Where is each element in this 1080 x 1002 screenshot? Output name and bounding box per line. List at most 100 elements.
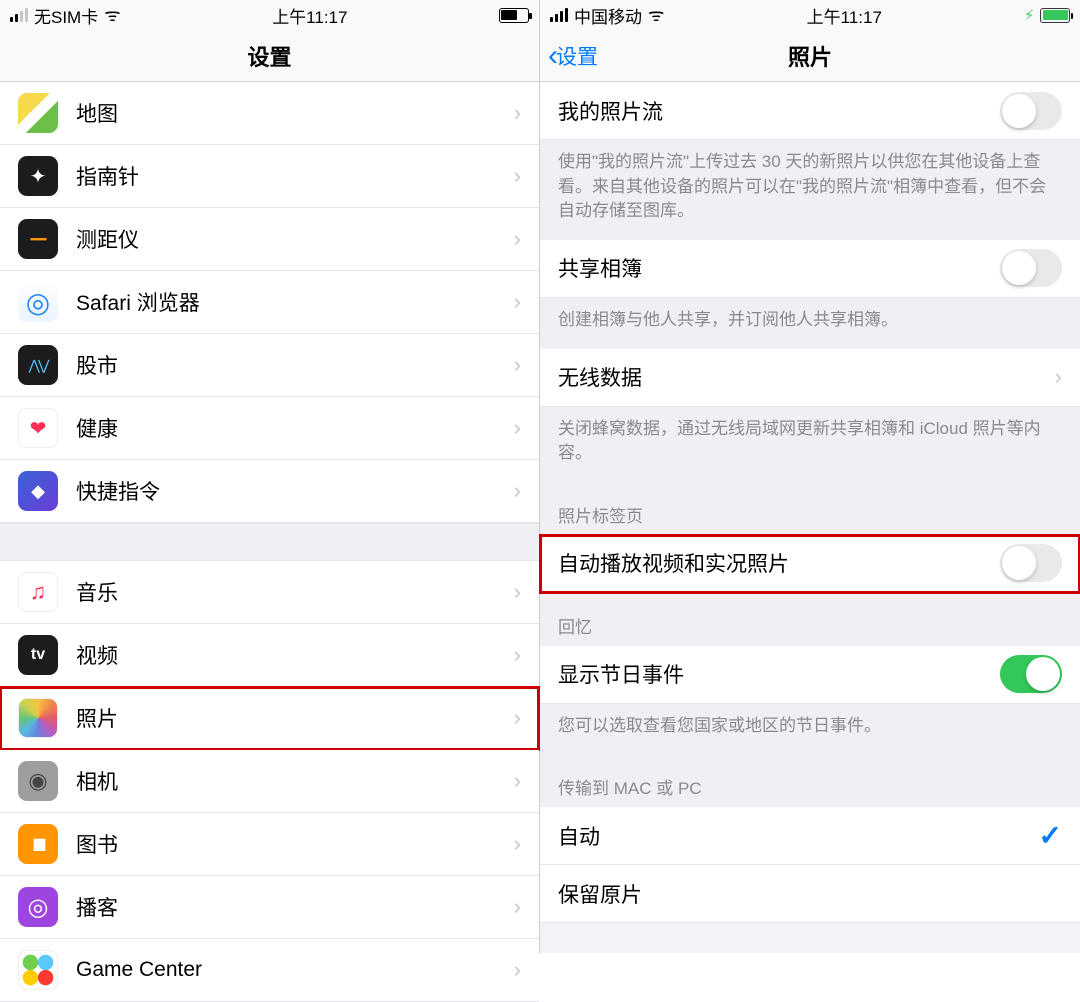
row-label: Game Center: [76, 958, 202, 982]
settings-row-gamecenter[interactable]: Game Center ›: [0, 939, 539, 1002]
row-label: 视频: [76, 640, 118, 670]
tv-icon: [18, 635, 58, 675]
chevron-right-icon: ›: [514, 289, 521, 315]
row-label: 自动: [558, 821, 600, 851]
status-bar: 无SIM卡 ᯤ 上午11:17: [0, 0, 539, 30]
row-autoplay: 自动播放视频和实况照片: [540, 535, 1080, 593]
shortcuts-icon: [18, 471, 58, 511]
settings-row-podcasts[interactable]: 播客 ›: [0, 876, 539, 939]
settings-row-photos[interactable]: 照片 ›: [0, 687, 539, 750]
row-label: 播客: [76, 892, 118, 922]
battery-icon: [1040, 8, 1070, 23]
row-label: 相机: [76, 766, 118, 796]
carrier-label: 无SIM卡: [34, 3, 98, 28]
maps-icon: [18, 93, 58, 133]
chevron-right-icon: ›: [514, 642, 521, 668]
settings-row-camera[interactable]: 相机 ›: [0, 750, 539, 813]
settings-row-tv[interactable]: 视频 ›: [0, 624, 539, 687]
stocks-icon: [18, 345, 58, 385]
chevron-right-icon: ›: [514, 163, 521, 189]
chevron-right-icon: ›: [514, 705, 521, 731]
settings-row-books[interactable]: 图书 ›: [0, 813, 539, 876]
photos-icon: [18, 698, 58, 738]
page-title: 设置: [247, 40, 291, 72]
row-label: 显示节日事件: [558, 659, 684, 689]
chevron-right-icon: ›: [514, 831, 521, 857]
chevron-right-icon: ›: [514, 579, 521, 605]
chevron-right-icon: ›: [1055, 364, 1062, 390]
holiday-events-toggle[interactable]: [1000, 655, 1062, 693]
row-my-photo-stream: 我的照片流: [540, 82, 1080, 140]
settings-row-maps[interactable]: 地图 ›: [0, 82, 539, 145]
music-icon: [18, 572, 58, 612]
row-label: 无线数据: [558, 362, 642, 392]
books-icon: [18, 824, 58, 864]
transfer-header: 传输到 MAC 或 PC: [540, 754, 1080, 807]
charging-icon: ⚡︎: [1024, 7, 1034, 24]
wifi-icon: ᯤ: [648, 3, 664, 27]
status-bar: 中国移动 ᯤ 上午11:17 ⚡︎: [540, 0, 1080, 30]
group-separator: [0, 523, 539, 561]
settings-row-measure[interactable]: 测距仪 ›: [0, 208, 539, 271]
row-cellular-data[interactable]: 无线数据 ›: [540, 349, 1080, 407]
left-screenshot: 无SIM卡 ᯤ 上午11:17 设置 地图 › 指南针 › 测距仪 › Safa…: [0, 0, 540, 953]
chevron-right-icon: ›: [514, 100, 521, 126]
podcasts-icon: [18, 887, 58, 927]
measure-icon: [18, 219, 58, 259]
row-holiday-events: 显示节日事件: [540, 646, 1080, 704]
row-label: 地图: [76, 98, 118, 128]
back-button[interactable]: ‹ 设置: [548, 41, 598, 71]
row-label: 测距仪: [76, 224, 139, 254]
chevron-right-icon: ›: [514, 957, 521, 983]
row-transfer-keep-originals[interactable]: 保留原片: [540, 865, 1080, 923]
signal-icon: [10, 8, 28, 22]
nav-bar: 设置: [0, 30, 539, 82]
gamecenter-icon: [18, 950, 58, 990]
chevron-right-icon: ›: [514, 226, 521, 252]
health-icon: [18, 408, 58, 448]
back-label: 设置: [556, 41, 598, 71]
clock-label: 上午11:17: [272, 3, 347, 28]
chevron-right-icon: ›: [514, 352, 521, 378]
checkmark-icon: ✓: [1039, 819, 1062, 852]
memories-header: 回忆: [540, 593, 1080, 646]
row-label: 快捷指令: [76, 476, 160, 506]
chevron-right-icon: ›: [514, 478, 521, 504]
shared-albums-footer: 创建相簿与他人共享，并订阅他人共享相簿。: [540, 298, 1080, 349]
compass-icon: [18, 156, 58, 196]
clock-label: 上午11:17: [807, 3, 882, 28]
shared-albums-toggle[interactable]: [1000, 249, 1062, 287]
wifi-icon: ᯤ: [104, 3, 120, 27]
holiday-footer: 您可以选取查看您国家或地区的节日事件。: [540, 704, 1080, 755]
row-shared-albums: 共享相簿: [540, 240, 1080, 298]
row-label: 图书: [76, 829, 118, 859]
autoplay-toggle[interactable]: [1000, 544, 1062, 582]
settings-row-compass[interactable]: 指南针 ›: [0, 145, 539, 208]
page-title: 照片: [788, 40, 832, 72]
settings-row-shortcuts[interactable]: 快捷指令 ›: [0, 460, 539, 523]
carrier-label: 中国移动: [574, 3, 642, 28]
row-label: 健康: [76, 413, 118, 443]
row-label: 指南针: [76, 161, 139, 191]
right-screenshot: 中国移动 ᯤ 上午11:17 ⚡︎ ‹ 设置 照片 我的照片流 使用"我的照片流…: [540, 0, 1080, 953]
photos-tab-header: 照片标签页: [540, 482, 1080, 535]
my-photo-stream-toggle[interactable]: [1000, 92, 1062, 130]
settings-row-safari[interactable]: Safari 浏览器 ›: [0, 271, 539, 334]
row-label: Safari 浏览器: [76, 287, 200, 317]
chevron-right-icon: ›: [514, 894, 521, 920]
chevron-right-icon: ›: [514, 415, 521, 441]
row-label: 自动播放视频和实况照片: [558, 548, 789, 578]
camera-icon: [18, 761, 58, 801]
settings-row-health[interactable]: 健康 ›: [0, 397, 539, 460]
row-transfer-auto[interactable]: 自动 ✓: [540, 807, 1080, 865]
safari-icon: [18, 282, 58, 322]
cellular-footer: 关闭蜂窝数据，通过无线局域网更新共享相簿和 iCloud 照片等内容。: [540, 407, 1080, 482]
row-label: 股市: [76, 350, 118, 380]
my-photo-stream-footer: 使用"我的照片流"上传过去 30 天的新照片以供您在其他设备上查看。来自其他设备…: [540, 140, 1080, 240]
row-label: 共享相簿: [558, 253, 642, 283]
settings-row-music[interactable]: 音乐 ›: [0, 561, 539, 624]
signal-icon: [550, 8, 568, 22]
row-label: 照片: [76, 703, 118, 733]
nav-bar: ‹ 设置 照片: [540, 30, 1080, 82]
settings-row-stocks[interactable]: 股市 ›: [0, 334, 539, 397]
